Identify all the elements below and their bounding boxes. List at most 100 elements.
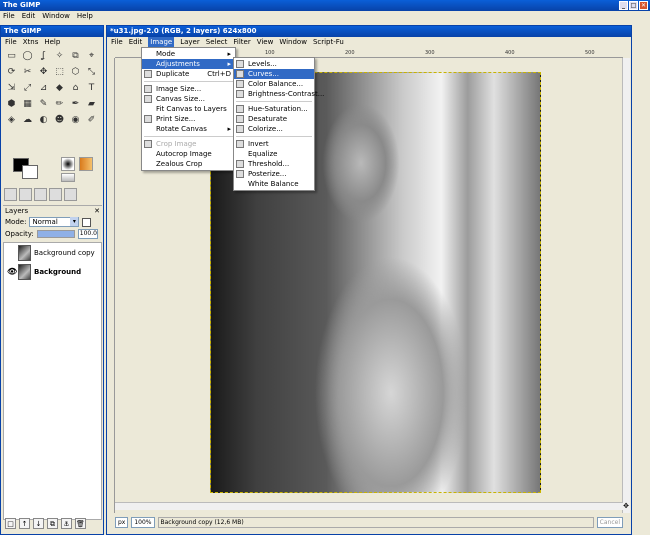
image-menu-script-fu[interactable]: Script-Fu [313, 37, 344, 48]
close-button[interactable]: ✕ [639, 1, 648, 10]
tool-icon[interactable]: ⇲ [4, 81, 19, 96]
tool-icon[interactable]: T [84, 81, 99, 96]
opacity-slider[interactable] [36, 230, 75, 238]
tool-icon[interactable]: ⤢ [20, 81, 35, 96]
toolbox-menu-xtns[interactable]: Xtns [23, 37, 39, 47]
menu-window[interactable]: Window [42, 11, 70, 22]
opacity-spinner[interactable]: 100.0 [77, 229, 98, 239]
toolbox-title: The GIMP [4, 27, 42, 35]
menu-item-brightness-contrast[interactable]: Brightness-Contrast... [234, 89, 324, 99]
image-menu-window[interactable]: Window [279, 37, 307, 48]
layer-row[interactable]: Background copy [4, 243, 101, 262]
gradient-indicator[interactable] [79, 157, 93, 171]
menu-file[interactable]: File [3, 11, 15, 22]
menu-item-image-size[interactable]: Image Size... [142, 84, 235, 94]
anchor-layer-icon[interactable]: ⚓ [61, 518, 72, 529]
menu-item-posterize[interactable]: Posterize... [234, 169, 314, 179]
menu-item-fit-canvas-to-layers[interactable]: Fit Canvas to Layers [142, 104, 235, 114]
paths-tab-icon[interactable] [34, 188, 47, 201]
menu-item-equalize[interactable]: Equalize [234, 149, 314, 159]
tool-icon[interactable]: ✏ [52, 97, 67, 112]
lower-layer-icon[interactable]: ↓ [33, 518, 44, 529]
tool-icon[interactable]: ✎ [36, 97, 51, 112]
tool-icon[interactable]: ◐ [36, 113, 51, 128]
posterize-icon [236, 170, 244, 178]
tool-icon[interactable]: ◉ [68, 113, 83, 128]
tool-icon[interactable]: ▰ [84, 97, 99, 112]
menu-item-crop-image[interactable]: Crop Image [142, 139, 235, 149]
channels-tab-icon[interactable] [19, 188, 32, 201]
menu-item-canvas-size[interactable]: Canvas Size... [142, 94, 235, 104]
dock-close-icon[interactable]: ✕ [94, 206, 100, 216]
new-layer-icon[interactable]: □ [5, 518, 16, 529]
delete-layer-icon[interactable]: 🗑 [75, 518, 86, 529]
tool-icon[interactable]: ▦ [20, 97, 35, 112]
tool-icon[interactable]: ⬚ [52, 65, 67, 80]
tool-icon[interactable]: ⤡ [84, 65, 99, 80]
menu-item-adjustments[interactable]: Adjustments ▸ [142, 59, 235, 69]
background-color-swatch[interactable] [22, 165, 38, 179]
tool-icon[interactable]: ✒ [68, 97, 83, 112]
image-menu-view[interactable]: View [257, 37, 274, 48]
levels-icon [236, 60, 244, 68]
menu-item-levels[interactable]: Levels... [234, 59, 314, 69]
menu-item-threshold[interactable]: Threshold... [234, 159, 314, 169]
menu-item-mode[interactable]: Mode ▸ [142, 49, 235, 59]
duplicate-layer-icon[interactable]: ⧉ [47, 518, 58, 529]
tool-icon[interactable]: ◈ [4, 113, 19, 128]
tool-icon[interactable]: ✧ [52, 49, 67, 64]
keep-transparency-checkbox[interactable] [82, 217, 92, 227]
menu-item-rotate-canvas[interactable]: Rotate Canvas ▸ [142, 124, 235, 134]
toolbox-menu-help[interactable]: Help [44, 37, 60, 47]
unit-select[interactable]: px [115, 516, 129, 528]
tool-icon[interactable]: ☁ [20, 113, 35, 128]
menu-item-print-size[interactable]: Print Size... [142, 114, 235, 124]
menu-item-hue-saturation[interactable]: Hue-Saturation... [234, 104, 314, 114]
brush-indicator[interactable] [61, 157, 75, 171]
tool-icon[interactable]: ✥ [36, 65, 51, 80]
cancel-button[interactable]: Cancel [596, 516, 623, 528]
layers-tab-icon[interactable] [4, 188, 17, 201]
menu-help[interactable]: Help [77, 11, 93, 22]
submenu-arrow-icon: ▸ [227, 50, 231, 58]
maximize-button[interactable]: □ [629, 1, 638, 10]
navigate-icon[interactable]: ✥ [622, 502, 630, 510]
tool-icon[interactable]: ⧉ [68, 49, 83, 64]
tool-icon[interactable]: ʆ [36, 49, 51, 64]
menu-item-invert[interactable]: Invert [234, 139, 314, 149]
menu-item-desaturate[interactable]: Desaturate [234, 114, 314, 124]
tool-icon[interactable]: ⟳ [4, 65, 19, 80]
mode-select[interactable]: Normal [29, 217, 80, 227]
layer-row[interactable]: 👁 Background [4, 262, 101, 281]
vertical-scrollbar[interactable] [622, 58, 630, 513]
menu-item-zealous-crop[interactable]: Zealous Crop [142, 159, 235, 169]
undo-tab-icon[interactable] [49, 188, 62, 201]
menu-edit[interactable]: Edit [22, 11, 36, 22]
raise-layer-icon[interactable]: ↑ [19, 518, 30, 529]
minimize-button[interactable]: _ [619, 1, 628, 10]
tool-icon[interactable]: ⌖ [84, 49, 99, 64]
menu-item-colorize[interactable]: Colorize... [234, 124, 314, 134]
tool-icon[interactable]: ✐ [84, 113, 99, 128]
tool-icon[interactable]: ✂ [20, 65, 35, 80]
menu-item-curves[interactable]: Curves... [234, 69, 314, 79]
menu-item-white-balance[interactable]: White Balance [234, 179, 314, 189]
menu-item-duplicate[interactable]: Duplicate Ctrl+D [142, 69, 235, 79]
tool-icon[interactable]: ⬢ [4, 97, 19, 112]
eye-icon[interactable]: 👁 [7, 267, 17, 276]
toolbox-menu-file[interactable]: File [5, 37, 17, 47]
gradient-tab-icon[interactable] [64, 188, 77, 201]
tool-icon[interactable]: ▭ [4, 49, 19, 64]
tool-icon[interactable]: ⬡ [68, 65, 83, 80]
tool-icon[interactable]: ⊿ [36, 81, 51, 96]
tool-icon[interactable]: ◯ [20, 49, 35, 64]
menu-item-color-balance[interactable]: Color Balance... [234, 79, 314, 89]
tool-icon[interactable]: ☻ [52, 113, 67, 128]
zoom-select[interactable]: 100% [131, 516, 155, 528]
tool-icon[interactable]: ⌂ [68, 81, 83, 96]
pattern-indicator[interactable] [61, 173, 75, 182]
tool-icon[interactable]: ◆ [52, 81, 67, 96]
menu-item-autocrop-image[interactable]: Autocrop Image [142, 149, 235, 159]
image-menu-file[interactable]: File [111, 37, 123, 48]
horizontal-scrollbar[interactable] [115, 502, 623, 510]
